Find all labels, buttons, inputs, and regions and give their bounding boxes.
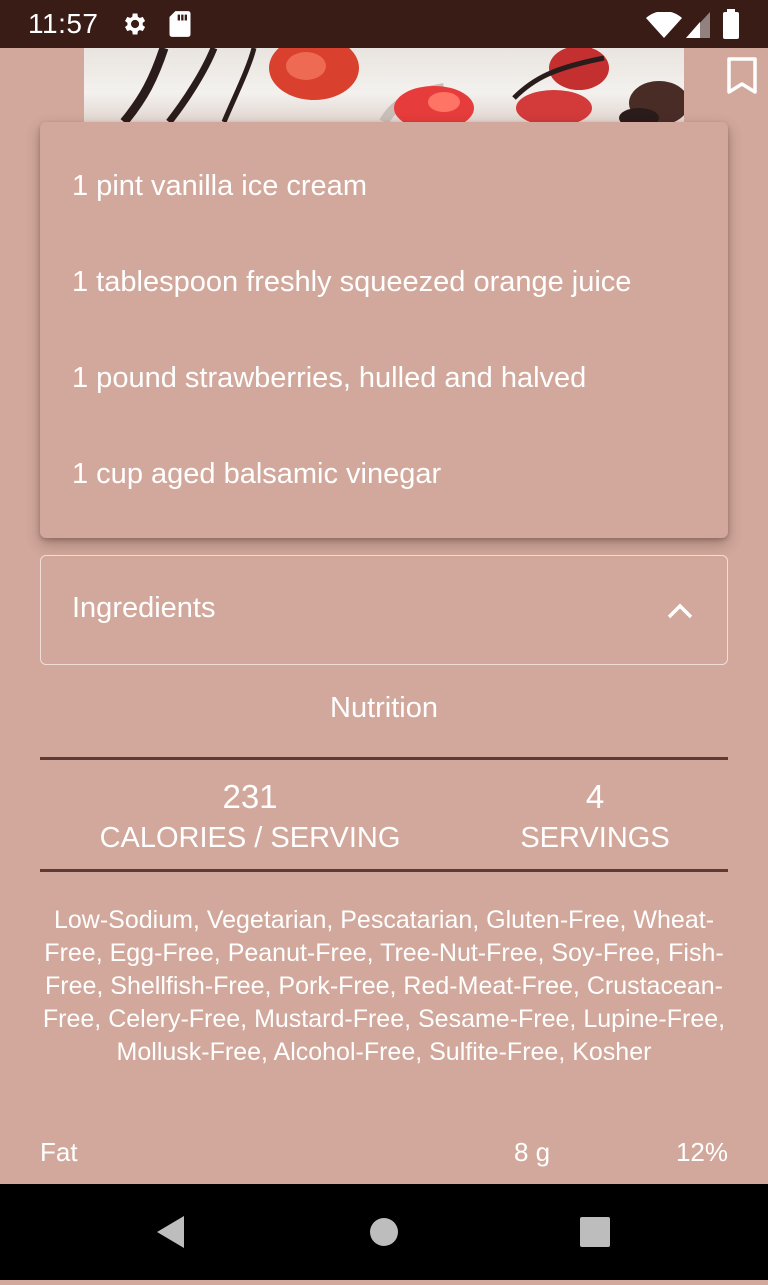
ingredients-label: Ingredients <box>72 592 216 624</box>
calories-stat: 231 CALORIES / SERVING <box>60 778 440 855</box>
ingredient-item[interactable]: 1 tablespoon freshly squeezed orange jui… <box>72 266 631 299</box>
status-bar: 11:57 <box>0 0 768 48</box>
ingredients-toggle[interactable]: Ingredients <box>40 555 728 665</box>
ingredients-popup: 1 pint vanilla ice cream 1 tablespoon fr… <box>40 122 728 538</box>
ingredient-item[interactable]: 1 cup aged balsamic vinegar <box>72 458 441 491</box>
nutrient-amount: 8 g <box>514 1137 551 1167</box>
servings-value: 4 <box>585 778 605 815</box>
health-labels: Low-Sodium, Vegetarian, Pescatarian, Glu… <box>42 906 726 1066</box>
wifi-icon <box>646 11 682 43</box>
back-button[interactable] <box>124 1184 220 1280</box>
signal-icon <box>686 12 710 43</box>
calories-value: 231 <box>222 778 278 815</box>
home-button[interactable] <box>336 1184 432 1280</box>
home-circle-icon <box>370 1218 398 1246</box>
ingredient-item[interactable]: 1 pound strawberries, hulled and halved <box>72 362 586 395</box>
sd-card-icon <box>168 10 192 43</box>
nutrient-percent: 12% <box>675 1137 728 1167</box>
servings-label: SERVINGS <box>520 822 670 854</box>
settings-icon <box>120 10 148 43</box>
battery-icon <box>722 9 740 44</box>
recents-button[interactable] <box>547 1184 643 1280</box>
nutrition-title: Nutrition <box>330 692 438 724</box>
servings-stat: 4 SERVINGS <box>470 778 720 855</box>
divider <box>40 757 728 760</box>
chevron-up-icon <box>665 596 695 631</box>
recents-square-icon <box>580 1217 610 1247</box>
nutrient-name: Fat <box>40 1137 78 1167</box>
ingredient-item[interactable]: 1 pint vanilla ice cream <box>72 170 367 203</box>
divider <box>40 869 728 872</box>
status-time: 11:57 <box>28 8 99 39</box>
calories-label: CALORIES / SERVING <box>99 822 401 854</box>
navigation-bar <box>0 1184 768 1280</box>
bookmark-icon[interactable] <box>724 56 760 101</box>
back-triangle-icon <box>157 1216 184 1248</box>
recipe-image <box>84 48 684 122</box>
